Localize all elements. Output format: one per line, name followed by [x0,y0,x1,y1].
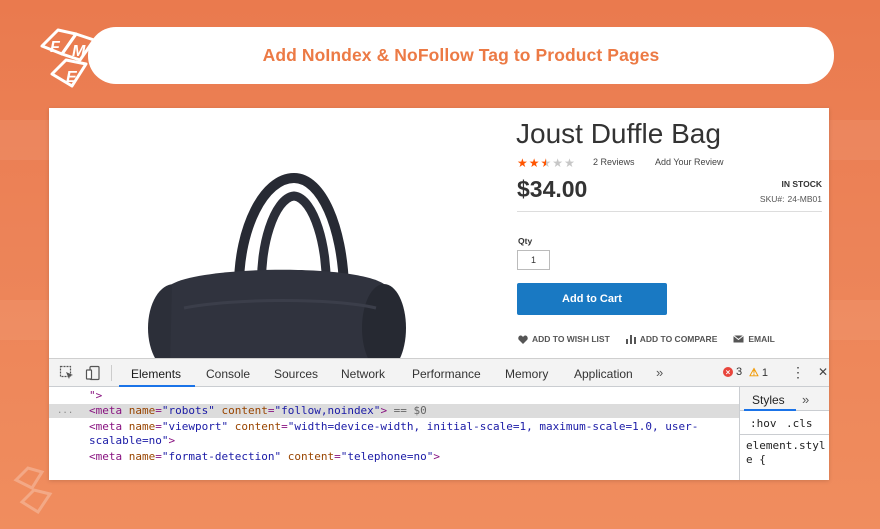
tab-performance[interactable]: Performance [412,367,481,381]
page-title: Add NoIndex & NoFollow Tag to Product Pa… [262,45,660,65]
add-to-wishlist-link[interactable]: ADD TO WISH LIST [518,334,610,344]
dom-line-selected[interactable]: <meta name="robots" content="follow,noin… [49,404,739,418]
error-count: 3 [736,366,743,378]
dom-line[interactable]: <meta name="viewport" content="width=dev… [89,420,698,434]
dom-line[interactable]: <meta name="format-detection" content="t… [89,450,440,464]
tab-sources[interactable]: Sources [274,367,318,381]
class-toggle[interactable]: .cls [786,417,813,430]
element-style-rule[interactable]: element.style { [746,439,826,467]
stock-status: IN STOCK [781,179,822,189]
devtools-toolbar: Elements Console Sources Network Perform… [49,359,829,387]
svg-text:F: F [50,39,61,56]
error-badge[interactable]: × 3 [723,366,742,378]
devtools-panel: Elements Console Sources Network Perform… [49,358,829,480]
more-tabs-icon[interactable]: » [656,365,663,380]
dom-line-continuation: scalable=no"> [89,434,176,447]
styles-pane: Styles » :hov .cls element.style { [739,387,829,480]
compare-label: ADD TO COMPARE [639,334,718,344]
more-panes-icon[interactable]: » [802,392,809,407]
svg-text:E: E [66,69,78,86]
star-empty-icon: ★ [552,156,564,170]
product-actions: ADD TO WISH LIST ADD TO COMPARE EMAIL [518,334,775,344]
add-to-cart-button[interactable]: Add to Cart [517,283,667,315]
error-icon: × [723,367,733,377]
add-review-link[interactable]: Add Your Review [655,157,724,167]
rating-stars[interactable]: ★ ★ ★ ★ ★ [517,156,575,170]
heart-icon [518,335,528,344]
add-to-compare-link[interactable]: ADD TO COMPARE [625,334,718,344]
tab-network[interactable]: Network [341,367,385,381]
warning-badge[interactable]: ⚠ 1 [749,366,768,380]
svg-text:M: M [72,43,86,60]
header-banner: Add NoIndex & NoFollow Tag to Product Pa… [88,27,834,84]
dom-line-dots: ... [57,406,74,416]
email-label: EMAIL [748,334,775,344]
reviews-link[interactable]: 2 Reviews [593,157,635,167]
product-price: $34.00 [517,176,588,202]
product-page-screenshot: Joust Duffle Bag ★ ★ ★ ★ ★ 2 Reviews Add… [49,108,829,480]
qty-input[interactable]: 1 [517,250,550,270]
divider [517,211,822,212]
inspect-element-icon[interactable] [59,365,75,381]
tab-elements[interactable]: Elements [131,367,181,381]
kebab-menu-icon[interactable]: ⋮ [791,364,805,381]
sku-label: SKU#: [759,194,785,204]
tab-styles[interactable]: Styles [752,393,785,407]
styles-filter-bar: :hov .cls [740,411,829,435]
compare-bars-icon [625,334,636,344]
envelope-icon [733,335,745,343]
sku-value: 24-MB01 [787,194,823,204]
toolbar-separator [111,365,112,381]
qty-label: Qty [518,236,533,246]
warning-icon: ⚠ [749,367,759,379]
tab-console[interactable]: Console [206,367,250,381]
star-full-icon: ★ [517,156,528,170]
styles-tabs: Styles » [740,387,829,411]
product-name: Joust Duffle Bag [516,118,721,149]
sku: SKU#: 24-MB01 [760,194,822,204]
wishlist-label: ADD TO WISH LIST [532,334,610,344]
duffle-bag-image [148,172,406,368]
star-full-icon: ★ [528,156,540,170]
dom-line[interactable]: "> [89,389,102,403]
star-empty-icon: ★ [564,156,575,170]
tab-application[interactable]: Application [574,367,633,381]
email-link[interactable]: EMAIL [733,334,775,344]
warning-count: 1 [761,366,768,379]
tab-memory[interactable]: Memory [505,367,548,381]
star-half-icon: ★ [540,156,552,170]
dom-tree: "> <meta name="robots" content="follow,n… [49,387,739,480]
hover-state-toggle[interactable]: :hov [750,417,777,430]
device-toolbar-icon[interactable] [85,365,101,381]
close-icon[interactable]: ✕ [818,365,828,379]
